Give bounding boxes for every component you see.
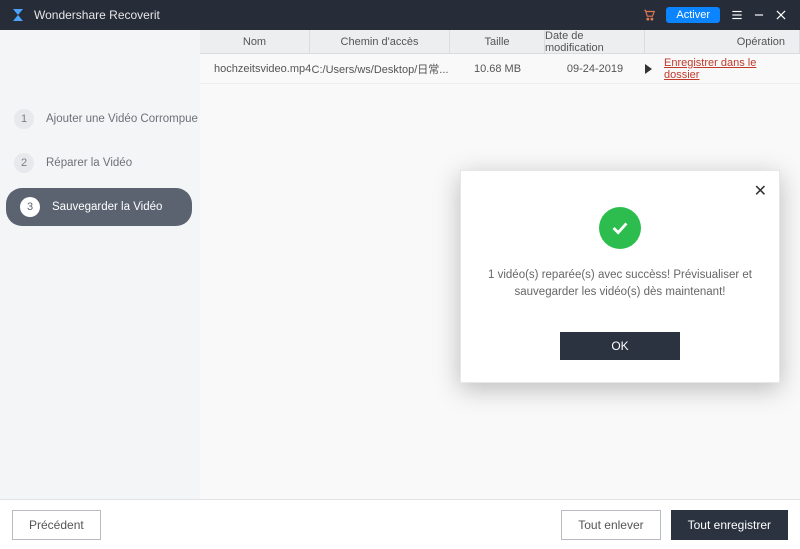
previous-button[interactable]: Précédent bbox=[12, 510, 101, 540]
logo-icon bbox=[10, 7, 26, 23]
content: Nom Chemin d'accès Taille Date de modifi… bbox=[200, 30, 800, 499]
table-row: hochzeitsvideo.mp4 C:/Users/ws/Desktop/日… bbox=[200, 54, 800, 84]
step-2[interactable]: 2 Réparer la Vidéo bbox=[0, 144, 200, 182]
step-label: Ajouter une Vidéo Corrompue bbox=[46, 113, 198, 125]
menu-icon[interactable] bbox=[726, 4, 748, 26]
step-3[interactable]: 3 Sauvegarder la Vidéo bbox=[6, 188, 192, 226]
ok-button[interactable]: OK bbox=[560, 332, 680, 360]
table-header: Nom Chemin d'accès Taille Date de modifi… bbox=[200, 30, 800, 54]
footer: Précédent Tout enlever Tout enregistrer bbox=[0, 499, 800, 549]
minimize-button[interactable] bbox=[748, 4, 770, 26]
success-check-icon bbox=[599, 207, 641, 249]
file-name: hochzeitsvideo.mp4 bbox=[214, 63, 311, 75]
cart-icon[interactable] bbox=[638, 4, 660, 26]
file-size: 10.68 MB bbox=[450, 63, 545, 75]
success-dialog: ✕ 1 vidéo(s) reparée(s) avec succèss! Pr… bbox=[460, 170, 780, 383]
dialog-close-button[interactable]: ✕ bbox=[754, 181, 767, 201]
save-to-folder-link[interactable]: Enregistrer dans le dossier bbox=[664, 57, 786, 81]
file-path: C:/Users/ws/Desktop/日常... bbox=[310, 61, 450, 77]
app-title: Wondershare Recoverit bbox=[34, 8, 638, 22]
remove-all-button[interactable]: Tout enlever bbox=[561, 510, 660, 540]
dialog-message: 1 vidéo(s) reparée(s) avec succèss! Prév… bbox=[485, 267, 755, 302]
titlebar: Wondershare Recoverit Activer bbox=[0, 0, 800, 30]
step-1[interactable]: 1 Ajouter une Vidéo Corrompue bbox=[0, 100, 200, 138]
col-path: Chemin d'accès bbox=[310, 30, 450, 53]
activate-button[interactable]: Activer bbox=[666, 7, 720, 23]
step-label: Réparer la Vidéo bbox=[46, 157, 132, 169]
col-size: Taille bbox=[450, 30, 545, 53]
close-button[interactable] bbox=[770, 4, 792, 26]
col-date: Date de modification bbox=[545, 30, 645, 53]
col-name: Nom bbox=[200, 30, 310, 53]
step-num: 2 bbox=[14, 153, 34, 173]
play-icon[interactable] bbox=[645, 64, 652, 74]
main: 1 Ajouter une Vidéo Corrompue 2 Réparer … bbox=[0, 30, 800, 499]
step-num: 3 bbox=[20, 197, 40, 217]
save-all-button[interactable]: Tout enregistrer bbox=[671, 510, 788, 540]
sidebar: 1 Ajouter une Vidéo Corrompue 2 Réparer … bbox=[0, 30, 200, 499]
file-date: 09-24-2019 bbox=[545, 63, 645, 75]
step-label: Sauvegarder la Vidéo bbox=[52, 201, 162, 213]
step-num: 1 bbox=[14, 109, 34, 129]
col-op: Opération bbox=[645, 30, 800, 53]
